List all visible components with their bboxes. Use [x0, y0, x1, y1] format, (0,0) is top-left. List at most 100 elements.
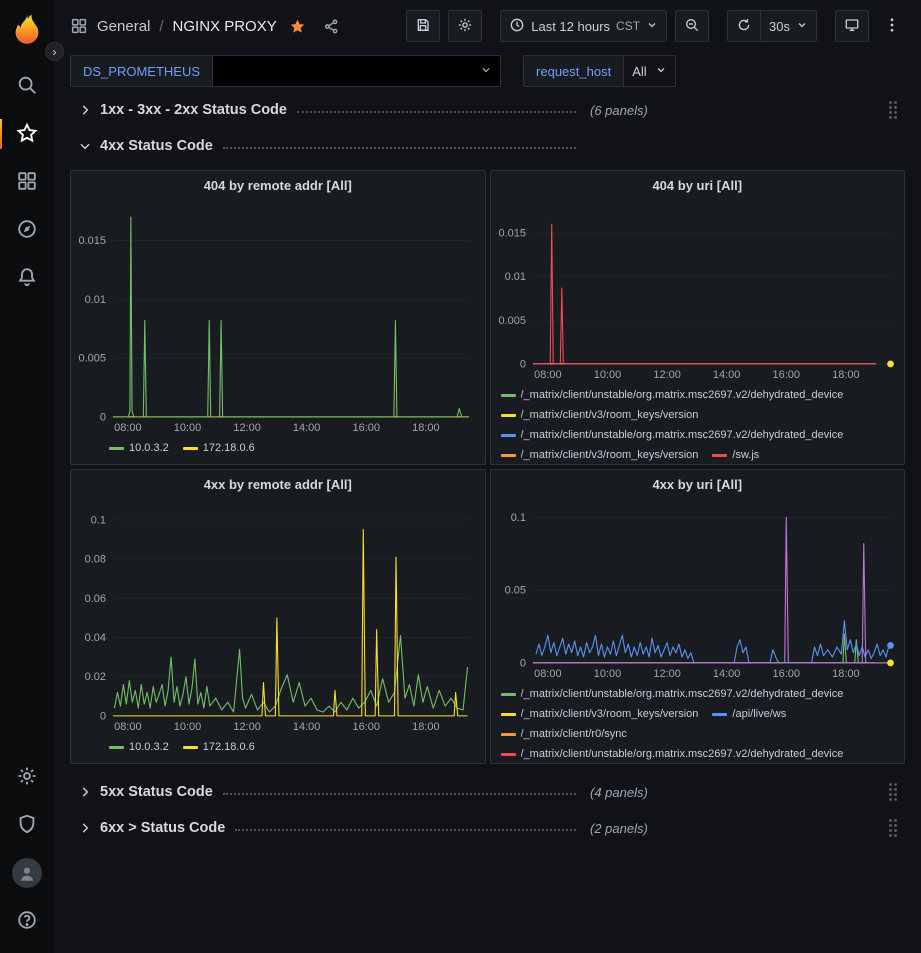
tv-mode-button[interactable] [835, 10, 869, 42]
legend-label: /sw.js [732, 446, 759, 464]
sidebar-item-dashboards[interactable] [0, 158, 54, 206]
zoom-out-button[interactable] [675, 10, 709, 42]
gear-icon [16, 765, 38, 790]
legend-item[interactable]: /_matrix/client/unstable/org.matrix.msc2… [501, 426, 844, 445]
legend-item[interactable]: /_matrix/client/unstable/org.matrix.msc2… [501, 386, 844, 405]
refresh-interval-dropdown[interactable]: 30s [761, 10, 817, 42]
grafana-logo[interactable] [8, 10, 46, 48]
legend-item[interactable]: 10.0.3.2 [109, 439, 169, 458]
sidebar-item-settings[interactable] [0, 753, 54, 801]
save-icon [415, 17, 431, 36]
legend-label: /_matrix/client/unstable/org.matrix.msc2… [521, 745, 844, 763]
legend-label: 10.0.3.2 [129, 738, 169, 757]
legend-item[interactable]: /_matrix/client/r0/sync [501, 725, 627, 744]
row-drag-handle[interactable] [889, 819, 897, 837]
chart-legend: /_matrix/client/unstable/org.matrix.msc2… [491, 683, 905, 763]
more-options-button[interactable] [879, 10, 905, 42]
legend-label: /_matrix/client/unstable/org.matrix.msc2… [521, 386, 844, 405]
panel-title[interactable]: 404 by remote addr [All] [71, 171, 485, 201]
chevron-down-icon [78, 139, 96, 153]
legend-item[interactable]: 10.0.3.2 [109, 738, 169, 757]
row-drag-handle[interactable] [889, 101, 897, 119]
svg-text:0.015: 0.015 [498, 227, 525, 239]
request-host-value-dropdown[interactable]: All [624, 55, 675, 87]
legend-item[interactable]: 172.18.0.6 [183, 738, 255, 757]
svg-text:16:00: 16:00 [353, 422, 380, 434]
variable-label-request-host: request_host [523, 55, 624, 87]
panel-title[interactable]: 4xx by remote addr [All] [71, 470, 485, 500]
favorite-star-button[interactable] [285, 13, 311, 39]
sidebar-item-help[interactable] [0, 897, 54, 945]
row-drag-handle[interactable] [889, 783, 897, 801]
zoom-out-icon [684, 17, 700, 36]
sidebar-item-starred[interactable] [0, 110, 54, 158]
save-dashboard-button[interactable] [406, 10, 440, 42]
dashboard-settings-button[interactable] [448, 10, 482, 42]
row-header-6xx[interactable]: 6xx > Status Code (2 panels) [70, 814, 905, 842]
legend-swatch [109, 447, 124, 450]
svg-text:0.005: 0.005 [79, 353, 106, 365]
sidebar-item-explore[interactable] [0, 206, 54, 254]
row-panel-count: (2 panels) [590, 821, 648, 836]
breadcrumb-separator: / [159, 18, 163, 35]
navbar-actions: Last 12 hours CST 30s [398, 10, 905, 42]
legend-swatch [183, 746, 198, 749]
legend-item[interactable]: /_matrix/client/unstable/org.matrix.msc2… [501, 745, 844, 763]
sidebar-item-profile[interactable] [0, 849, 54, 897]
legend-label: /_matrix/client/unstable/org.matrix.msc2… [521, 426, 844, 445]
svg-text:0.08: 0.08 [85, 554, 106, 566]
clock-icon [509, 17, 525, 36]
svg-text:14:00: 14:00 [293, 422, 320, 434]
chevron-right-icon [78, 821, 96, 835]
search-icon [16, 74, 38, 99]
svg-text:16:00: 16:00 [353, 721, 380, 733]
compass-icon [16, 218, 38, 243]
legend-item[interactable]: 172.18.0.6 [183, 439, 255, 458]
legend-label: 172.18.0.6 [203, 439, 255, 458]
timeseries-chart[interactable]: 00.0050.010.01508:0010:0012:0014:0016:00… [71, 201, 485, 437]
svg-text:18:00: 18:00 [412, 721, 439, 733]
sidebar-item-server-admin[interactable] [0, 801, 54, 849]
chevron-down-icon [796, 19, 808, 34]
variable-label-datasource: DS_PROMETHEUS [70, 55, 213, 87]
legend-item[interactable]: /sw.js [712, 446, 759, 464]
svg-text:12:00: 12:00 [233, 422, 260, 434]
svg-text:12:00: 12:00 [653, 369, 680, 381]
legend-item[interactable]: /_matrix/client/v3/room_keys/version [501, 406, 699, 425]
svg-text:0: 0 [100, 710, 106, 722]
sidebar-expand-button[interactable]: › [45, 42, 64, 61]
datasource-value-dropdown[interactable] [213, 55, 501, 87]
sidebar-item-alerting[interactable] [0, 254, 54, 302]
row-header-4xx[interactable]: 4xx Status Code [70, 132, 905, 160]
time-range-picker[interactable]: Last 12 hours CST [500, 10, 667, 42]
svg-text:0.1: 0.1 [91, 514, 106, 526]
panel-title[interactable]: 404 by uri [All] [491, 171, 905, 201]
share-button[interactable] [319, 13, 345, 39]
legend-swatch [501, 733, 516, 736]
panel-404-by-uri: 404 by uri [All] 00.0050.010.01508:0010:… [490, 170, 906, 465]
row-header-1xx[interactable]: 1xx - 3xx - 2xx Status Code (6 panels) [70, 96, 905, 124]
svg-text:0.06: 0.06 [85, 593, 106, 605]
help-icon [16, 909, 38, 934]
panel-title[interactable]: 4xx by uri [All] [491, 470, 905, 500]
legend-swatch [712, 713, 727, 716]
refresh-button[interactable] [727, 10, 761, 42]
row-header-5xx[interactable]: 5xx Status Code (4 panels) [70, 778, 905, 806]
legend-swatch [501, 713, 516, 716]
chart-legend: 10.0.3.2 172.18.0.6 [71, 437, 485, 464]
timeseries-chart[interactable]: 00.050.108:0010:0012:0014:0016:0018:00 [491, 500, 905, 683]
request-host-value: All [632, 64, 646, 79]
legend-item[interactable]: /_matrix/client/unstable/org.matrix.msc2… [501, 685, 844, 704]
dashboard-body: 1xx - 3xx - 2xx Status Code (6 panels) 4… [54, 90, 921, 953]
breadcrumb-folder[interactable]: General [97, 18, 150, 35]
timezone-label: CST [616, 19, 640, 33]
legend-item[interactable]: /_matrix/client/v3/room_keys/version [501, 446, 699, 464]
legend-item[interactable]: /_matrix/client/v3/room_keys/version [501, 705, 699, 724]
row-title: 1xx - 3xx - 2xx Status Code [100, 102, 287, 118]
timeseries-chart[interactable]: 00.020.040.060.080.108:0010:0012:0014:00… [71, 500, 485, 736]
sidebar-item-search[interactable] [0, 62, 54, 110]
legend-item[interactable]: /api/live/ws [712, 705, 786, 724]
chart-legend: /_matrix/client/unstable/org.matrix.msc2… [491, 384, 905, 464]
legend-label: /_matrix/client/v3/room_keys/version [521, 705, 699, 724]
timeseries-chart[interactable]: 00.0050.010.01508:0010:0012:0014:0016:00… [491, 201, 905, 384]
